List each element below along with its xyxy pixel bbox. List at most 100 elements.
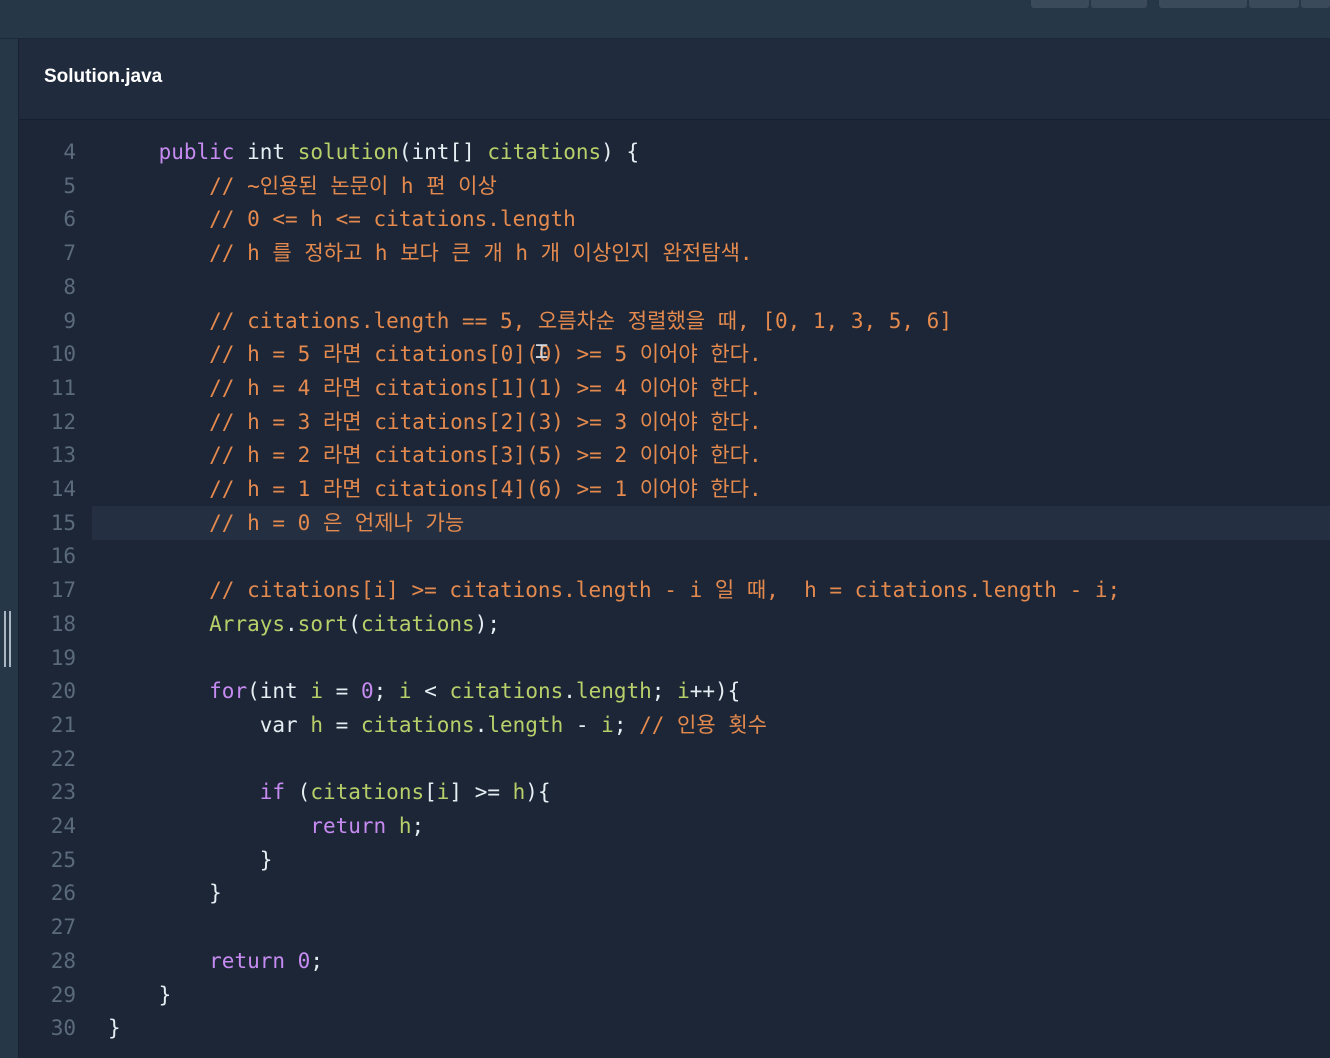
code-line[interactable]: 4 public int solution(int[] citations) {	[19, 135, 1330, 169]
code-line[interactable]: 28 return 0;	[19, 944, 1330, 978]
line-number: 18	[50, 611, 76, 636]
toolbar-button[interactable]	[1301, 0, 1330, 8]
code-text: // h = 1 라면 citations[4](6) >= 1 이어야 한다.	[108, 472, 761, 506]
code-text: }	[108, 843, 273, 877]
code-token: // h = 4 라면 citations[1](1) >= 4 이어야 한다.	[209, 375, 762, 400]
code-line[interactable]: 13 // h = 2 라면 citations[3](5) >= 2 이어야 …	[19, 438, 1330, 472]
code-token: ] >=	[449, 780, 513, 805]
toolbar-button[interactable]	[1249, 0, 1299, 8]
text-cursor-icon: ⌶	[535, 339, 549, 365]
code-token: h	[398, 814, 412, 838]
code-token: .	[474, 712, 488, 737]
code-token: ;	[310, 948, 323, 973]
code-token: // h = 3 라면 citations[2](3) >= 3 이어야 한다.	[209, 409, 762, 434]
code-token: public	[158, 140, 235, 164]
code-line[interactable]: 18 Arrays.sort(citations);	[19, 607, 1330, 641]
code-token: h	[512, 780, 526, 805]
line-number: 29	[50, 982, 76, 1007]
code-line[interactable]: 30}	[19, 1011, 1330, 1045]
code-line[interactable]: 22	[19, 742, 1330, 776]
line-number: 6	[63, 207, 76, 232]
top-toolbar	[0, 0, 1330, 39]
code-token: .	[563, 679, 576, 704]
line-number: 16	[50, 544, 76, 569]
file-tab-name: Solution.java	[44, 66, 163, 87]
code-text: }	[108, 978, 172, 1012]
code-text: Arrays.sort(citations);	[108, 607, 500, 641]
line-number: 27	[50, 915, 76, 940]
code-text: return 0;	[108, 944, 323, 978]
code-line[interactable]: 7 // h 를 정하고 h 보다 큰 개 h 개 이상인지 완전탐색.	[19, 236, 1330, 270]
code-token: [	[424, 780, 437, 805]
code-line[interactable]: 10 // h = 5 라면 citations[0](0) >= 5 이어야 …	[19, 337, 1330, 371]
code-line[interactable]: 16	[19, 539, 1330, 573]
code-text: return h;	[108, 809, 424, 843]
code-line[interactable]: 23 if (citations[i] >= h){	[19, 775, 1330, 809]
code-line[interactable]: 15 // h = 0 은 언제나 가능	[19, 505, 1330, 540]
line-number: 30	[50, 1016, 76, 1041]
code-token: solution	[297, 140, 399, 164]
code-token: );	[474, 611, 500, 636]
toolbar-button[interactable]	[1091, 0, 1147, 8]
code-token: int	[259, 679, 298, 704]
code-line[interactable]: 27	[19, 910, 1330, 944]
code-token: // h = 5 라면 citations[0](0) >= 5 이어야 한다.	[209, 342, 762, 367]
code-token: <	[411, 679, 450, 704]
code-line[interactable]: 21 var h = citations.length - i; // 인용 횟…	[19, 708, 1330, 742]
code-line[interactable]: 26 }	[19, 876, 1330, 910]
code-line[interactable]: 29 }	[19, 978, 1330, 1012]
code-line[interactable]: 20 for(int i = 0; i < citations.length; …	[19, 674, 1330, 708]
code-line[interactable]: 25 }	[19, 843, 1330, 877]
code-line[interactable]: 17 // citations[i] >= citations.length -…	[19, 573, 1330, 607]
code-line[interactable]: 8	[19, 270, 1330, 304]
code-token: ;	[613, 712, 640, 737]
line-number: 11	[50, 375, 76, 400]
code-token: for	[209, 679, 248, 704]
code-token: -	[563, 712, 602, 737]
code-line[interactable]: 19	[19, 641, 1330, 675]
code-line[interactable]: 11 // h = 4 라면 citations[1](1) >= 4 이어야 …	[19, 371, 1330, 405]
toolbar-button[interactable]	[1031, 0, 1089, 8]
code-token: i	[310, 679, 323, 704]
code-line[interactable]: 24 return h;	[19, 809, 1330, 843]
code-token: // citations[i] >= citations.length - i …	[209, 578, 1121, 603]
code-token: // citations.length == 5, 오름차순 정렬했을 때, […	[209, 308, 952, 333]
code-token: sort	[297, 611, 349, 636]
code-text: if (citations[i] >= h){	[108, 775, 551, 809]
code-token: }	[209, 881, 222, 906]
code-token: ;	[373, 679, 399, 704]
line-number: 24	[50, 814, 76, 838]
panel-resize-handle[interactable]	[4, 611, 12, 667]
code-token: // h = 0 은 언제나 가능	[209, 510, 465, 535]
toolbar-button[interactable]	[1159, 0, 1247, 8]
line-number: 23	[50, 780, 76, 805]
code-token: return	[310, 814, 387, 838]
code-token: var	[259, 712, 298, 737]
code-editor[interactable]: 4 public int solution(int[] citations) {…	[19, 120, 1330, 1058]
code-line[interactable]: 14 // h = 1 라면 citations[4](6) >= 1 이어야 …	[19, 472, 1330, 506]
code-text: // citations.length == 5, 오름차순 정렬했을 때, […	[108, 304, 952, 338]
code-text: // citations[i] >= citations.length - i …	[108, 573, 1120, 607]
code-text: // h = 5 라면 citations[0](0) >= 5 이어야 한다.	[108, 337, 762, 371]
code-token: }	[259, 847, 273, 872]
code-line[interactable]: 9 // citations.length == 5, 오름차순 정렬했을 때,…	[19, 304, 1330, 338]
editor-panel: Solution.java 4 public int solution(int[…	[18, 39, 1330, 1058]
code-line[interactable]: 12 // h = 3 라면 citations[2](3) >= 3 이어야 …	[19, 405, 1330, 439]
code-text: // 0 <= h <= citations.length	[108, 202, 576, 236]
file-tab[interactable]: Solution.java	[19, 39, 1330, 120]
line-number: 19	[50, 645, 76, 670]
code-line[interactable]: 6 // 0 <= h <= citations.length	[19, 202, 1330, 236]
code-line[interactable]: 5 // ~인용된 논문이 h 편 이상	[19, 169, 1330, 203]
code-token: i	[677, 679, 690, 704]
code-token: // h 를 정하고 h 보다 큰 개 h 개 이상인지 완전탐색.	[209, 241, 753, 266]
code-token: // 인용 횟수	[639, 712, 767, 737]
